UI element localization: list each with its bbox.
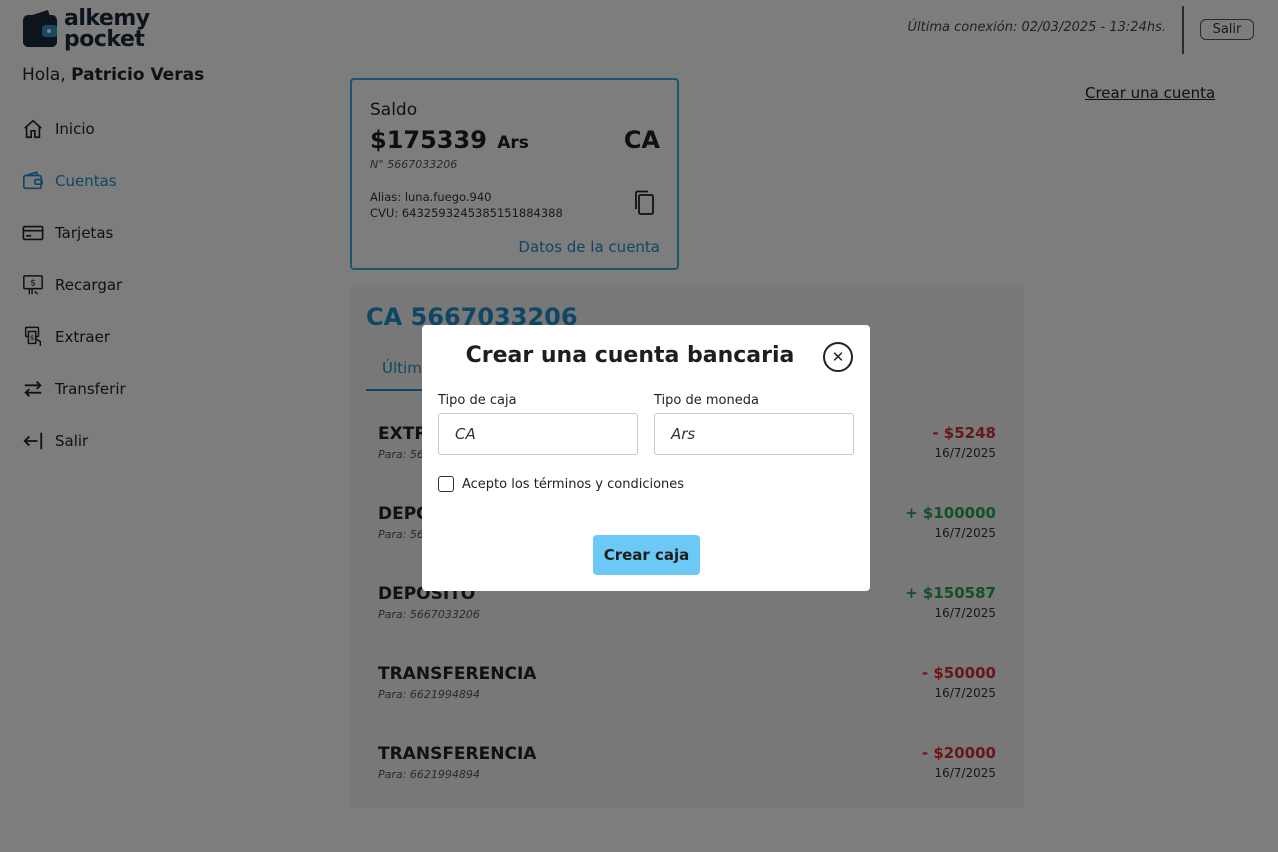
- currency-type-label: Tipo de moneda: [654, 393, 759, 408]
- close-icon[interactable]: ✕: [823, 342, 853, 372]
- currency-type-select[interactable]: Ars: [654, 413, 854, 455]
- terms-row: Acepto los términos y condiciones: [438, 476, 684, 492]
- create-box-button[interactable]: Crear caja: [593, 535, 700, 575]
- modal-title: Crear una cuenta bancaria: [465, 343, 795, 368]
- create-account-modal: Crear una cuenta bancaria ✕ Tipo de caja…: [422, 325, 870, 591]
- box-type-label: Tipo de caja: [438, 393, 517, 408]
- terms-label[interactable]: Acepto los términos y condiciones: [462, 477, 684, 492]
- terms-checkbox[interactable]: [438, 476, 454, 492]
- box-type-select[interactable]: CA: [438, 413, 638, 455]
